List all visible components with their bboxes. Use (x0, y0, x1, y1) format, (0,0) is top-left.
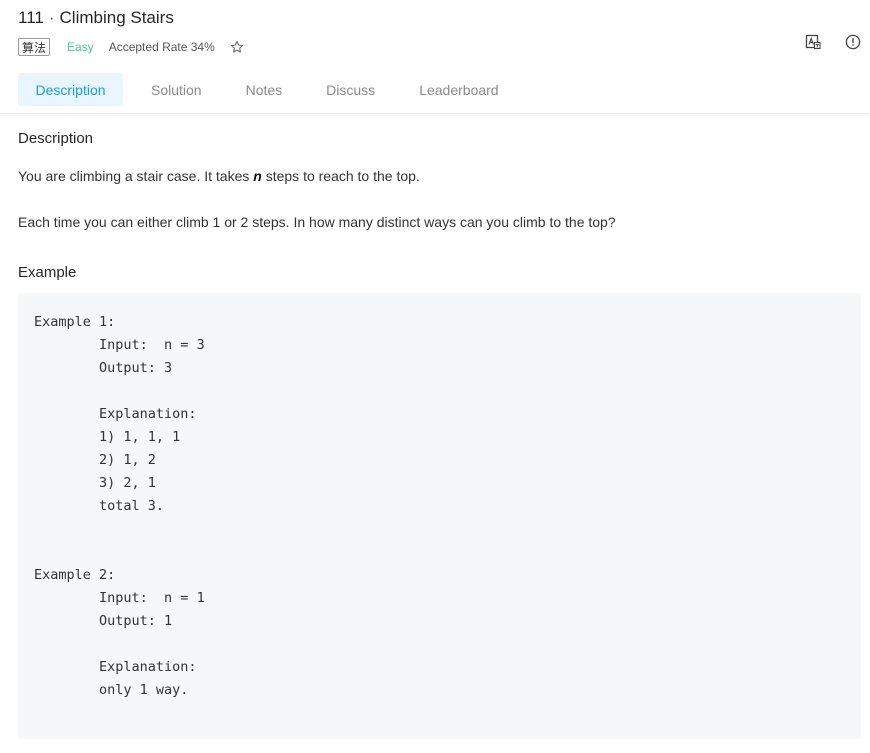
tab-solution[interactable]: Solution (135, 73, 218, 106)
image-translate-icon[interactable] (805, 34, 821, 50)
p1-text-before: You are climbing a stair case. It takes (18, 168, 254, 184)
example-code: Example 1: Input: n = 3 Output: 3 Explan… (34, 314, 205, 698)
problem-content: Description You are climbing a stair cas… (18, 128, 861, 739)
description-paragraph-1: You are climbing a stair case. It takes … (18, 165, 861, 187)
example-heading: Example (18, 264, 77, 281)
p1-text-after: steps to reach to the top. (261, 168, 420, 184)
example-code-block: Example 1: Input: n = 3 Output: 3 Explan… (18, 293, 861, 739)
tab-description[interactable]: Description (18, 73, 123, 106)
star-outline-icon[interactable] (230, 40, 244, 54)
problem-tabs: Description Solution Notes Discuss Leade… (18, 73, 870, 106)
tabs-divider (0, 113, 870, 114)
problem-meta: 算法 Easy Accepted Rate 34% (18, 37, 870, 57)
problem-number: 111 (18, 8, 44, 27)
header-actions (805, 34, 861, 50)
difficulty-label: Easy (67, 40, 94, 54)
p1-variable-n: n (253, 168, 262, 184)
tab-notes[interactable]: Notes (230, 73, 299, 106)
description-heading: Description (18, 130, 94, 147)
accepted-rate: Accepted Rate 34% (108, 40, 215, 54)
title-separator: · (48, 8, 55, 27)
problem-title: Climbing Stairs (59, 8, 174, 27)
problem-title-row: 111 · Climbing Stairs (18, 6, 870, 30)
category-tag[interactable]: 算法 (18, 38, 51, 56)
problem-header: 111 · Climbing Stairs 算法 Easy Accepted R… (18, 6, 870, 62)
info-circle-icon[interactable] (845, 34, 861, 50)
description-paragraph-2: Each time you can either climb 1 or 2 st… (18, 214, 616, 230)
tab-leaderboard[interactable]: Leaderboard (403, 73, 514, 106)
tab-discuss[interactable]: Discuss (310, 73, 391, 106)
